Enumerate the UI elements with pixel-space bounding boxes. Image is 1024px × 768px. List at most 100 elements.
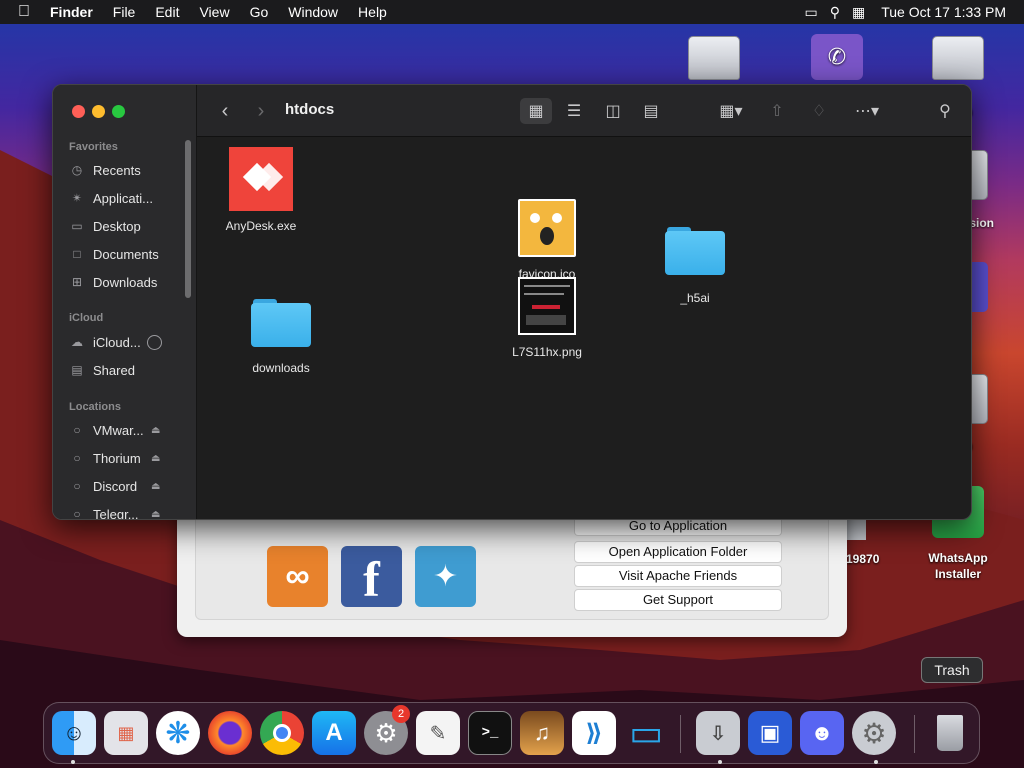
close-button[interactable] — [72, 105, 85, 118]
menu-file[interactable]: File — [103, 0, 146, 24]
disk-icon: ○ — [73, 423, 81, 437]
tag-icon[interactable]: ♢ — [805, 98, 833, 124]
safari-icon[interactable]: ❋ — [156, 711, 200, 755]
column-view-button[interactable]: ◫ — [597, 98, 629, 124]
get-support-button[interactable]: Get Support — [574, 589, 782, 611]
sidebar-header-icloud: iCloud — [69, 312, 104, 324]
settings-icon[interactable]: ⚙ — [852, 711, 896, 755]
launchpad-icon[interactable]: ▦ — [104, 711, 148, 755]
sidebar-item-vmware[interactable]: ○ VMwar... ⏏ — [69, 418, 189, 442]
twitter-icon[interactable]: ✦ — [415, 546, 476, 607]
search-icon[interactable]: ⚲ — [931, 98, 959, 124]
textedit-icon[interactable]: ✎ — [416, 711, 460, 755]
file-name: AnyDesk.exe — [225, 219, 297, 233]
folder-icon — [665, 225, 725, 275]
sidebar-item-recents[interactable]: ◷ Recents — [69, 158, 189, 182]
desktop-icon-label: WhatsApp Installer — [928, 551, 988, 581]
cloud-icon: ☁ — [71, 335, 83, 349]
more-actions-button[interactable]: ⋯▾ — [847, 98, 887, 124]
disk-icon: ○ — [73, 507, 81, 520]
gallery-view-button[interactable]: ▤ — [635, 98, 667, 124]
app-store-icon[interactable]: A — [312, 711, 356, 755]
share-icon[interactable]: ⇧ — [763, 98, 791, 124]
spotlight-search-icon[interactable]: ⚲ — [830, 4, 840, 21]
sidebar-item-icloud-drive[interactable]: ☁ iCloud... — [69, 330, 189, 354]
running-indicator — [718, 760, 722, 764]
menu-help[interactable]: Help — [348, 0, 397, 24]
menu-go[interactable]: Go — [240, 0, 279, 24]
menubar-clock[interactable]: Tue Oct 17 1:33 PM — [881, 4, 1006, 20]
icon-view-button[interactable]: ▦ — [520, 98, 552, 124]
back-chevron-icon[interactable]: ‹ — [215, 98, 235, 124]
facebook-icon[interactable]: f — [341, 546, 402, 607]
sidebar-item-downloads[interactable]: ⊞ Downloads — [69, 270, 189, 294]
sidebar-item-documents[interactable]: □ Documents — [69, 242, 189, 266]
file-name: downloads — [252, 361, 310, 375]
eject-icon[interactable]: ⏏ — [151, 509, 160, 520]
sublime-icon[interactable]: ▭ — [624, 711, 668, 755]
sidebar-item-shared[interactable]: ▤ Shared — [69, 358, 189, 382]
desktop-icon-5[interactable]: -19870 — [842, 520, 912, 566]
notification-badge: 2 — [392, 705, 410, 723]
group-by-button[interactable]: ▦▾ — [711, 98, 751, 124]
shared-folder-icon: ▤ — [71, 363, 83, 377]
apple-icon[interactable]:  — [0, 0, 40, 24]
minimize-button[interactable] — [92, 105, 105, 118]
sidebar-item-applications[interactable]: ✴ Applicati... — [69, 186, 189, 210]
sidebar-item-discord[interactable]: ○ Discord ⏏ — [69, 474, 189, 498]
menu-edit[interactable]: Edit — [145, 0, 189, 24]
vscode-icon[interactable]: ⟫ — [572, 711, 616, 755]
open-application-folder-button[interactable]: Open Application Folder — [574, 541, 782, 563]
sidebar-item-label: Shared — [93, 362, 135, 378]
sidebar-item-label: Applicati... — [93, 190, 153, 206]
drive-icon — [846, 520, 866, 540]
sidebar-item-desktop[interactable]: ▭ Desktop — [69, 214, 189, 238]
zoom-button[interactable] — [112, 105, 125, 118]
sidebar-item-label: Documents — [93, 246, 159, 262]
document-icon: □ — [73, 247, 81, 261]
file-l7s11hx[interactable]: L7S11hx.png — [505, 277, 589, 359]
folder-h5ai[interactable]: _h5ai — [653, 225, 737, 305]
go-to-application-button[interactable]: Go to Application — [574, 518, 782, 536]
dock-divider — [680, 715, 681, 753]
folder-downloads[interactable]: downloads — [239, 297, 323, 375]
eject-icon[interactable]: ⏏ — [151, 425, 160, 436]
menu-window[interactable]: Window — [278, 0, 348, 24]
finder-sidebar: Favorites ◷ Recents ✴ Applicati... ▭ Deskto… — [53, 85, 197, 520]
eject-icon[interactable]: ⏏ — [151, 453, 160, 464]
list-view-button[interactable]: ☰ — [558, 98, 590, 124]
downloads-stack-icon[interactable]: ⇩ — [696, 711, 740, 755]
forward-chevron-icon[interactable]: › — [251, 98, 271, 124]
menu-view[interactable]: View — [189, 0, 239, 24]
visit-apache-friends-button[interactable]: Visit Apache Friends — [574, 565, 782, 587]
screen-sharing-icon[interactable]: ▣ — [748, 711, 792, 755]
sidebar-item-label: Downloads — [93, 274, 158, 290]
firefox-icon[interactable] — [208, 711, 252, 755]
window-title: htdocs — [285, 101, 335, 118]
file-favicon[interactable]: favicon.ico — [505, 199, 589, 277]
desktop-viber-installer[interactable]: ✆ — [789, 34, 885, 80]
discord-icon[interactable]: ☻ — [800, 711, 844, 755]
xampp-window: ∞ f ✦ Go to Application Open Application… — [177, 500, 847, 637]
finder-icon[interactable]: ☺ — [52, 711, 96, 755]
sidebar-item-thorium[interactable]: ○ Thorium ⏏ — [69, 446, 189, 470]
running-indicator — [71, 760, 75, 764]
xampp-logo-icon[interactable]: ∞ — [267, 546, 328, 607]
sidebar-header-favorites: Favorites — [69, 141, 118, 153]
control-center-icon[interactable]: ▦ — [852, 4, 865, 21]
terminal-icon[interactable]: >_ — [468, 711, 512, 755]
anydesk-icon — [229, 147, 293, 211]
favicon-image-icon — [518, 199, 576, 257]
file-anydesk[interactable]: AnyDesk.exe — [219, 147, 303, 233]
sidebar-item-telegram[interactable]: ○ Telegr... ⏏ — [69, 502, 189, 520]
chrome-icon[interactable] — [260, 711, 304, 755]
applications-icon: ✴ — [71, 191, 83, 205]
garageband-icon[interactable]: ♫ — [520, 711, 564, 755]
sidebar-scrollbar[interactable] — [185, 140, 191, 298]
menu-finder[interactable]: Finder — [40, 0, 103, 24]
desktop-drive-1[interactable] — [666, 36, 762, 80]
screen-mirroring-icon[interactable]: ▭ — [805, 4, 818, 21]
desktop-drive-2[interactable] — [910, 36, 1006, 80]
eject-icon[interactable]: ⏏ — [151, 481, 160, 492]
trash-icon[interactable] — [928, 711, 972, 755]
